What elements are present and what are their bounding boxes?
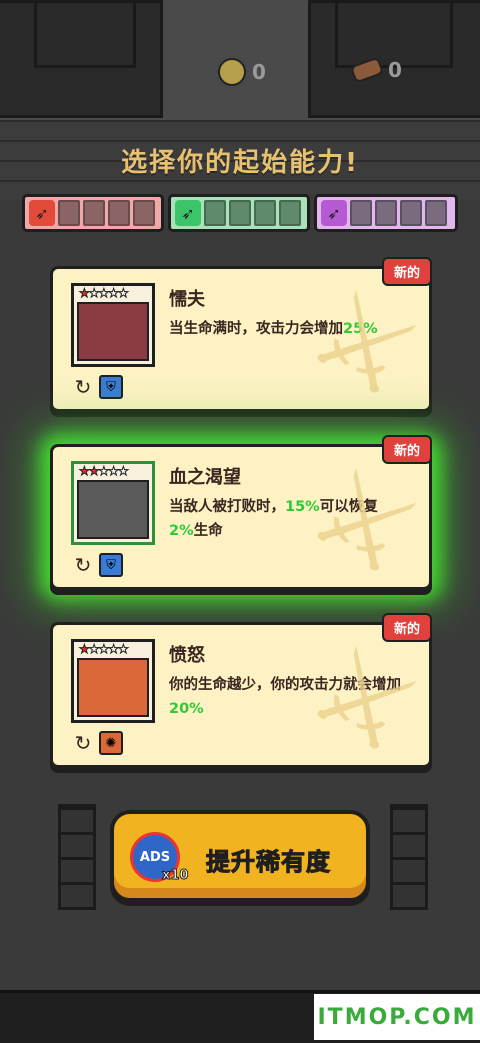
ads-count: x10 bbox=[161, 868, 189, 884]
pillar-right bbox=[390, 804, 428, 910]
attack-icon: ➶ bbox=[29, 200, 55, 226]
category-attack: ➶ bbox=[22, 194, 164, 232]
octopus-icon: ✺ bbox=[99, 731, 123, 755]
shield-icon: ⛨ bbox=[99, 553, 123, 577]
category-defense: ➶ bbox=[168, 194, 310, 232]
bloodlust-art bbox=[77, 480, 149, 539]
watermark: ITMOP.COM bbox=[314, 994, 480, 1040]
ability-portrait: ★★★★★ bbox=[71, 283, 155, 367]
ability-card-bloodlust[interactable]: 新的 ★★★★★ 血之渴望 当敌人被打败时，15%可以恢复 2%生命 ↻ ⛨ ⚔ bbox=[50, 435, 440, 602]
sword-watermark-icon: ⚔ bbox=[290, 263, 441, 425]
ability-name: 懦夫 bbox=[169, 289, 205, 310]
category-magic: ➶ bbox=[314, 194, 458, 232]
page-title: 选择你的起始能力! bbox=[121, 148, 359, 178]
pillar-left bbox=[58, 804, 96, 910]
wood-value: 0 bbox=[388, 58, 402, 82]
ability-name: 愤怒 bbox=[169, 645, 205, 666]
cycle-icon: ↻ bbox=[74, 553, 92, 577]
ability-tags: ↻ ✺ bbox=[71, 731, 123, 755]
ability-card-rage[interactable]: 新的 ★★★★★ 愤怒 你的生命越少，你的攻击力就会增加20% ↻ ✺ ⚔ bbox=[50, 613, 440, 780]
upgrade-label: 提升稀有度 bbox=[206, 848, 331, 877]
star-rating: ★★★★★ bbox=[79, 642, 130, 657]
ability-tags: ↻ ⛨ bbox=[71, 375, 123, 399]
sword-watermark-icon: ⚔ bbox=[290, 619, 441, 781]
coward-art bbox=[77, 302, 149, 361]
ability-portrait: ★★★★★ bbox=[71, 461, 155, 545]
ability-card-coward[interactable]: 新的 ★★★★★ 懦夫 当生命满时，攻击力会增加25% ↻ ⛨ ⚔ bbox=[50, 257, 440, 424]
defense-icon: ➶ bbox=[175, 200, 201, 226]
upgrade-rarity-button[interactable]: ADS x10 提升稀有度 bbox=[110, 810, 370, 902]
new-badge: 新的 bbox=[381, 435, 432, 464]
gate-left bbox=[0, 0, 163, 118]
sword-watermark-icon: ⚔ bbox=[290, 441, 441, 603]
wood-icon bbox=[349, 56, 385, 84]
coin-icon bbox=[218, 58, 246, 86]
cycle-icon: ↻ bbox=[74, 731, 92, 755]
ability-tags: ↻ ⛨ bbox=[71, 553, 123, 577]
new-badge: 新的 bbox=[381, 613, 432, 642]
star-rating: ★★★★★ bbox=[79, 286, 130, 301]
coin-counter: 0 bbox=[218, 58, 266, 86]
coin-value: 0 bbox=[252, 60, 266, 84]
wood-counter: 0 bbox=[349, 56, 402, 84]
shield-icon: ⛨ bbox=[99, 375, 123, 399]
ability-portrait: ★★★★★ bbox=[71, 639, 155, 723]
ability-name: 血之渴望 bbox=[169, 467, 241, 488]
magic-icon: ➶ bbox=[321, 200, 347, 226]
rage-art bbox=[77, 658, 149, 717]
new-badge: 新的 bbox=[381, 257, 432, 286]
cycle-icon: ↻ bbox=[74, 375, 92, 399]
star-rating: ★★★★★ bbox=[79, 464, 130, 479]
